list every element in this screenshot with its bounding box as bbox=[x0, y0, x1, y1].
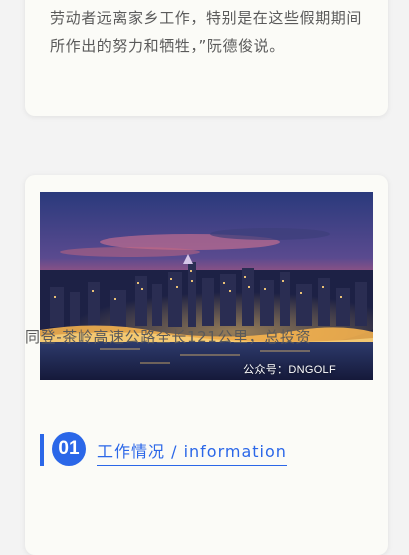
section-title-underline bbox=[97, 465, 287, 466]
photo-watermark: 公众号：DNGOLF bbox=[243, 364, 336, 376]
article-paragraph-2: 同登-茶岭高速公路全长121公里，总投资 bbox=[25, 328, 312, 346]
section-title: 工作情况 / information bbox=[97, 442, 287, 461]
section-accent-bar bbox=[40, 434, 44, 466]
section-header: 01 工作情况 / information bbox=[40, 432, 370, 472]
article-card-bottom: 公众号：DNGOLF 01 工作情况 / information bbox=[25, 175, 388, 555]
skyline-image bbox=[40, 192, 373, 380]
article-paragraph: 劳动者远离家乡工作，特别是在这些假期期间所作出的努力和牺牲，”阮德俊说。 bbox=[50, 9, 363, 55]
city-skyline-photo: 公众号：DNGOLF bbox=[40, 192, 373, 380]
section-number-badge: 01 bbox=[52, 432, 86, 466]
article-card-top: 劳动者远离家乡工作，特别是在这些假期期间所作出的努力和牺牲，”阮德俊说。 bbox=[25, 0, 388, 116]
